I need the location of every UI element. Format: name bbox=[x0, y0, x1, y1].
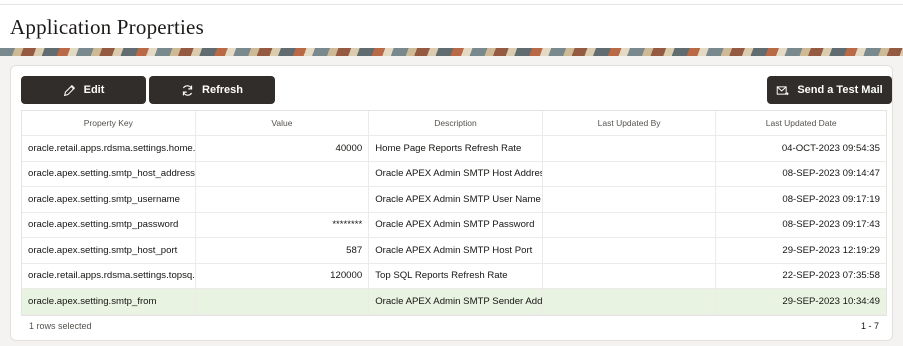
properties-region: Edit Refresh Send a Test Mail Property K… bbox=[10, 65, 893, 341]
pencil-icon bbox=[63, 84, 75, 96]
grid-header-row: Property Key Value Description Last Upda… bbox=[22, 111, 886, 136]
value-cell[interactable] bbox=[196, 289, 370, 314]
table-row[interactable]: oracle.retail.apps.rdsma.settings.topsq.… bbox=[22, 263, 886, 289]
mail-send-icon bbox=[777, 85, 790, 95]
property-key-cell[interactable]: oracle.retail.apps.rdsma.settings.home..… bbox=[22, 136, 196, 161]
last-updated-by-cell[interactable] bbox=[543, 187, 717, 212]
column-header-last-updated-by[interactable]: Last Updated By bbox=[543, 111, 717, 135]
table-row[interactable]: oracle.apex.setting.smtp_host_port 587 Ora… bbox=[22, 238, 886, 264]
last-updated-date-cell[interactable]: 29-SEP-2023 10:34:49 bbox=[716, 289, 886, 314]
properties-grid: Property Key Value Description Last Upda… bbox=[21, 110, 887, 316]
selection-count: 1 rows selected bbox=[29, 321, 92, 331]
last-updated-date-cell[interactable]: 22-SEP-2023 07:35:58 bbox=[716, 264, 886, 289]
last-updated-by-cell[interactable] bbox=[543, 263, 717, 288]
last-updated-by-cell[interactable] bbox=[543, 212, 717, 237]
description-cell[interactable]: Oracle APEX Admin SMTP Host Port bbox=[369, 238, 543, 263]
description-cell[interactable]: Oracle APEX Admin SMTP Sender Add... bbox=[369, 289, 543, 314]
last-updated-by-cell[interactable] bbox=[543, 161, 717, 186]
table-row[interactable]: oracle.apex.setting.smtp_password *******… bbox=[22, 212, 886, 238]
grid-body: oracle.retail.apps.rdsma.settings.home..… bbox=[22, 136, 886, 315]
description-cell[interactable]: Top SQL Reports Refresh Rate bbox=[369, 263, 543, 288]
value-cell[interactable]: 587 bbox=[196, 238, 370, 263]
pagination-info: 1 - 7 bbox=[860, 321, 879, 331]
send-test-mail-button[interactable]: Send a Test Mail bbox=[767, 76, 892, 104]
last-updated-date-cell[interactable]: 04-OCT-2023 09:54:35 bbox=[716, 136, 886, 161]
property-key-cell[interactable]: oracle.retail.apps.rdsma.settings.topsq.… bbox=[22, 263, 196, 288]
property-key-cell[interactable]: oracle.apex.setting.smtp_from bbox=[22, 289, 196, 314]
last-updated-date-cell[interactable]: 29-SEP-2023 12:19:29 bbox=[716, 238, 886, 263]
send-test-mail-label: Send a Test Mail bbox=[797, 84, 883, 96]
column-header-value[interactable]: Value bbox=[196, 111, 370, 135]
value-cell[interactable]: ******** bbox=[196, 212, 370, 237]
last-updated-by-cell[interactable] bbox=[543, 136, 717, 161]
property-key-cell[interactable]: oracle.apex.setting.smtp_password bbox=[22, 212, 196, 237]
column-header-description[interactable]: Description bbox=[369, 111, 543, 135]
value-cell[interactable]: 40000 bbox=[196, 136, 370, 161]
value-cell[interactable] bbox=[196, 187, 370, 212]
column-header-last-updated-date[interactable]: Last Updated Date bbox=[716, 111, 886, 135]
property-key-cell[interactable]: oracle.apex.setting.smtp_username bbox=[22, 187, 196, 212]
table-row[interactable]: oracle.retail.apps.rdsma.settings.home..… bbox=[22, 136, 886, 162]
column-header-property-key[interactable]: Property Key bbox=[22, 111, 196, 135]
refresh-icon bbox=[182, 84, 193, 96]
page-title: Application Properties bbox=[10, 15, 204, 39]
table-row[interactable]: oracle.apex.setting.smtp_username Oracle … bbox=[22, 187, 886, 213]
page-header: Application Properties bbox=[0, 5, 903, 48]
edit-button[interactable]: Edit bbox=[21, 76, 146, 104]
last-updated-date-cell[interactable]: 08-SEP-2023 09:17:19 bbox=[716, 187, 886, 212]
property-key-cell[interactable]: oracle.apex.setting.smtp_host_address bbox=[22, 161, 196, 186]
description-cell[interactable]: Oracle APEX Admin SMTP Host Address bbox=[369, 161, 543, 186]
grid-footer: 1 rows selected 1 - 7 bbox=[21, 316, 887, 336]
decorative-banner bbox=[0, 48, 903, 56]
refresh-button[interactable]: Refresh bbox=[149, 76, 275, 104]
value-cell[interactable]: 120000 bbox=[196, 263, 370, 288]
value-cell[interactable] bbox=[196, 161, 370, 186]
description-cell[interactable]: Home Page Reports Refresh Rate bbox=[369, 136, 543, 161]
last-updated-by-cell[interactable] bbox=[543, 289, 717, 314]
description-cell[interactable]: Oracle APEX Admin SMTP User Name bbox=[369, 187, 543, 212]
description-cell[interactable]: Oracle APEX Admin SMTP Password bbox=[369, 212, 543, 237]
last-updated-date-cell[interactable]: 08-SEP-2023 09:17:43 bbox=[716, 213, 886, 238]
last-updated-by-cell[interactable] bbox=[543, 238, 717, 263]
property-key-cell[interactable]: oracle.apex.setting.smtp_host_port bbox=[22, 238, 196, 263]
last-updated-date-cell[interactable]: 08-SEP-2023 09:14:47 bbox=[716, 162, 886, 187]
refresh-button-label: Refresh bbox=[202, 84, 243, 96]
table-row[interactable]: oracle.apex.setting.smtp_host_address Ora… bbox=[22, 161, 886, 187]
edit-button-label: Edit bbox=[83, 84, 105, 96]
table-row[interactable]: oracle.apex.setting.smtp_from Oracle APEX… bbox=[22, 289, 886, 315]
